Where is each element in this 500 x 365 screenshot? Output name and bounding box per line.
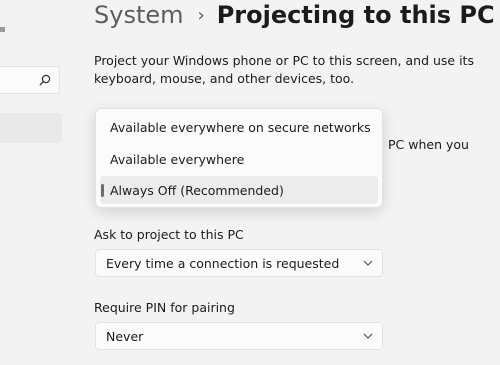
navigation-pane xyxy=(0,0,72,365)
option-label: Available everywhere xyxy=(110,151,245,167)
require-pin-dropdown[interactable]: Never xyxy=(95,322,383,350)
page-description: Project your Windows phone or PC to this… xyxy=(94,53,474,86)
chevron-down-icon xyxy=(363,333,373,339)
search-icon xyxy=(39,74,51,86)
availability-dropdown-menu: Available everywhere on secure networks … xyxy=(95,108,383,208)
sidebar-item-system[interactable] xyxy=(0,113,62,143)
option-label: Always Off (Recommended) xyxy=(110,182,284,198)
page-title: Projecting to this PC xyxy=(216,1,495,29)
dropdown-option[interactable]: Available everywhere xyxy=(100,145,378,173)
dropdown-value: Never xyxy=(106,328,144,344)
search-input[interactable] xyxy=(0,66,60,94)
dropdown-option[interactable]: Available everywhere on secure networks xyxy=(100,113,378,141)
ask-to-project-label: Ask to project to this PC xyxy=(94,227,244,242)
breadcrumb: System › Projecting to this PC xyxy=(94,0,495,30)
dropdown-value: Every time a connection is requested xyxy=(106,255,340,271)
availability-setting-text: PC when you xyxy=(388,137,469,152)
breadcrumb-parent[interactable]: System xyxy=(94,1,184,29)
chevron-down-icon xyxy=(363,260,373,266)
ask-to-project-dropdown[interactable]: Every time a connection is requested xyxy=(95,249,383,277)
selection-indicator xyxy=(101,184,104,197)
chevron-right-icon: › xyxy=(197,4,205,26)
back-button[interactable] xyxy=(0,27,5,32)
option-label: Available everywhere on secure networks xyxy=(110,119,371,135)
require-pin-label: Require PIN for pairing xyxy=(94,300,235,315)
dropdown-option-selected[interactable]: Always Off (Recommended) xyxy=(100,176,378,204)
